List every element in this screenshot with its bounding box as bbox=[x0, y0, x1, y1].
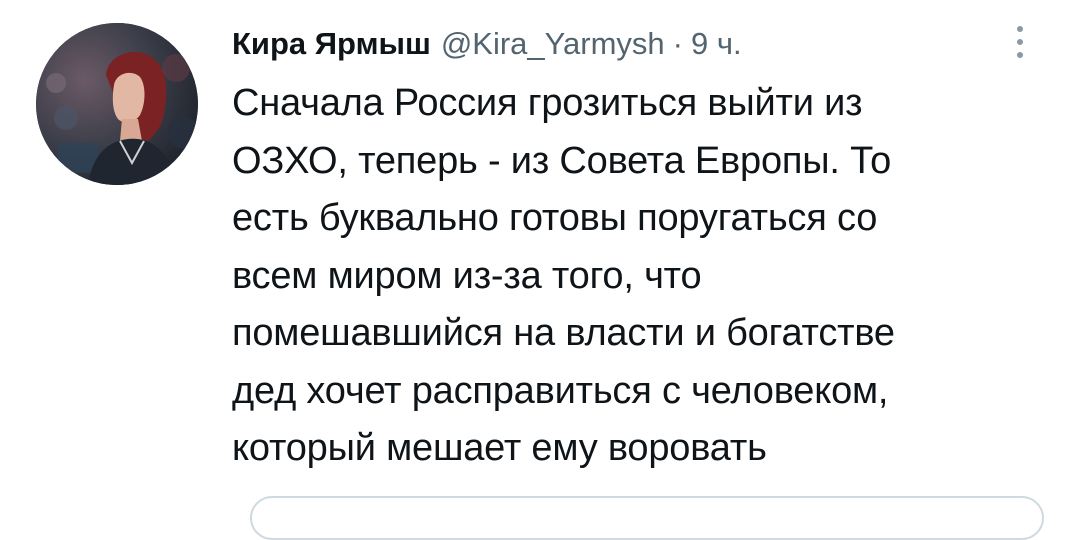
more-dot bbox=[1017, 26, 1023, 32]
more-vertical-icon[interactable] bbox=[1008, 20, 1032, 64]
avatar-photo bbox=[36, 23, 198, 185]
tweet-text-line: ОЗХО, теперь - из Совета Европы. То bbox=[232, 139, 892, 182]
tweet-text: Сначала Россия грозиться выйти из ОЗХО, … bbox=[232, 75, 1052, 478]
tweet-time[interactable]: 9 ч. bbox=[691, 22, 742, 66]
separator-dot: · bbox=[672, 26, 683, 61]
tweet-text-line: всем миром из-за того, что bbox=[232, 254, 702, 297]
more-dot bbox=[1017, 52, 1023, 58]
tweet-text-line: Сначала Россия грозиться выйти из bbox=[232, 82, 863, 124]
tweet-text-line: дед хочет расправиться с человеком, bbox=[232, 369, 889, 412]
tweet-text-line: который мешает ему воровать bbox=[232, 427, 767, 469]
tweet[interactable]: Кира Ярмыш @Kira_Yarmysh · 9 ч. Сначала … bbox=[0, 0, 1075, 540]
tweet-header: Кира Ярмыш @Kira_Yarmysh · 9 ч. bbox=[232, 22, 742, 66]
author-name[interactable]: Кира Ярмыш bbox=[232, 22, 431, 66]
tweet-text-line: есть буквально готовы поругаться со bbox=[232, 197, 878, 239]
avatar[interactable] bbox=[36, 23, 198, 185]
quoted-card-edge[interactable] bbox=[250, 496, 1044, 540]
tweet-text-line: помешавшийся на власти и богатстве bbox=[232, 312, 895, 354]
author-handle[interactable]: @Kira_Yarmysh bbox=[441, 22, 665, 66]
more-dot bbox=[1017, 39, 1023, 45]
